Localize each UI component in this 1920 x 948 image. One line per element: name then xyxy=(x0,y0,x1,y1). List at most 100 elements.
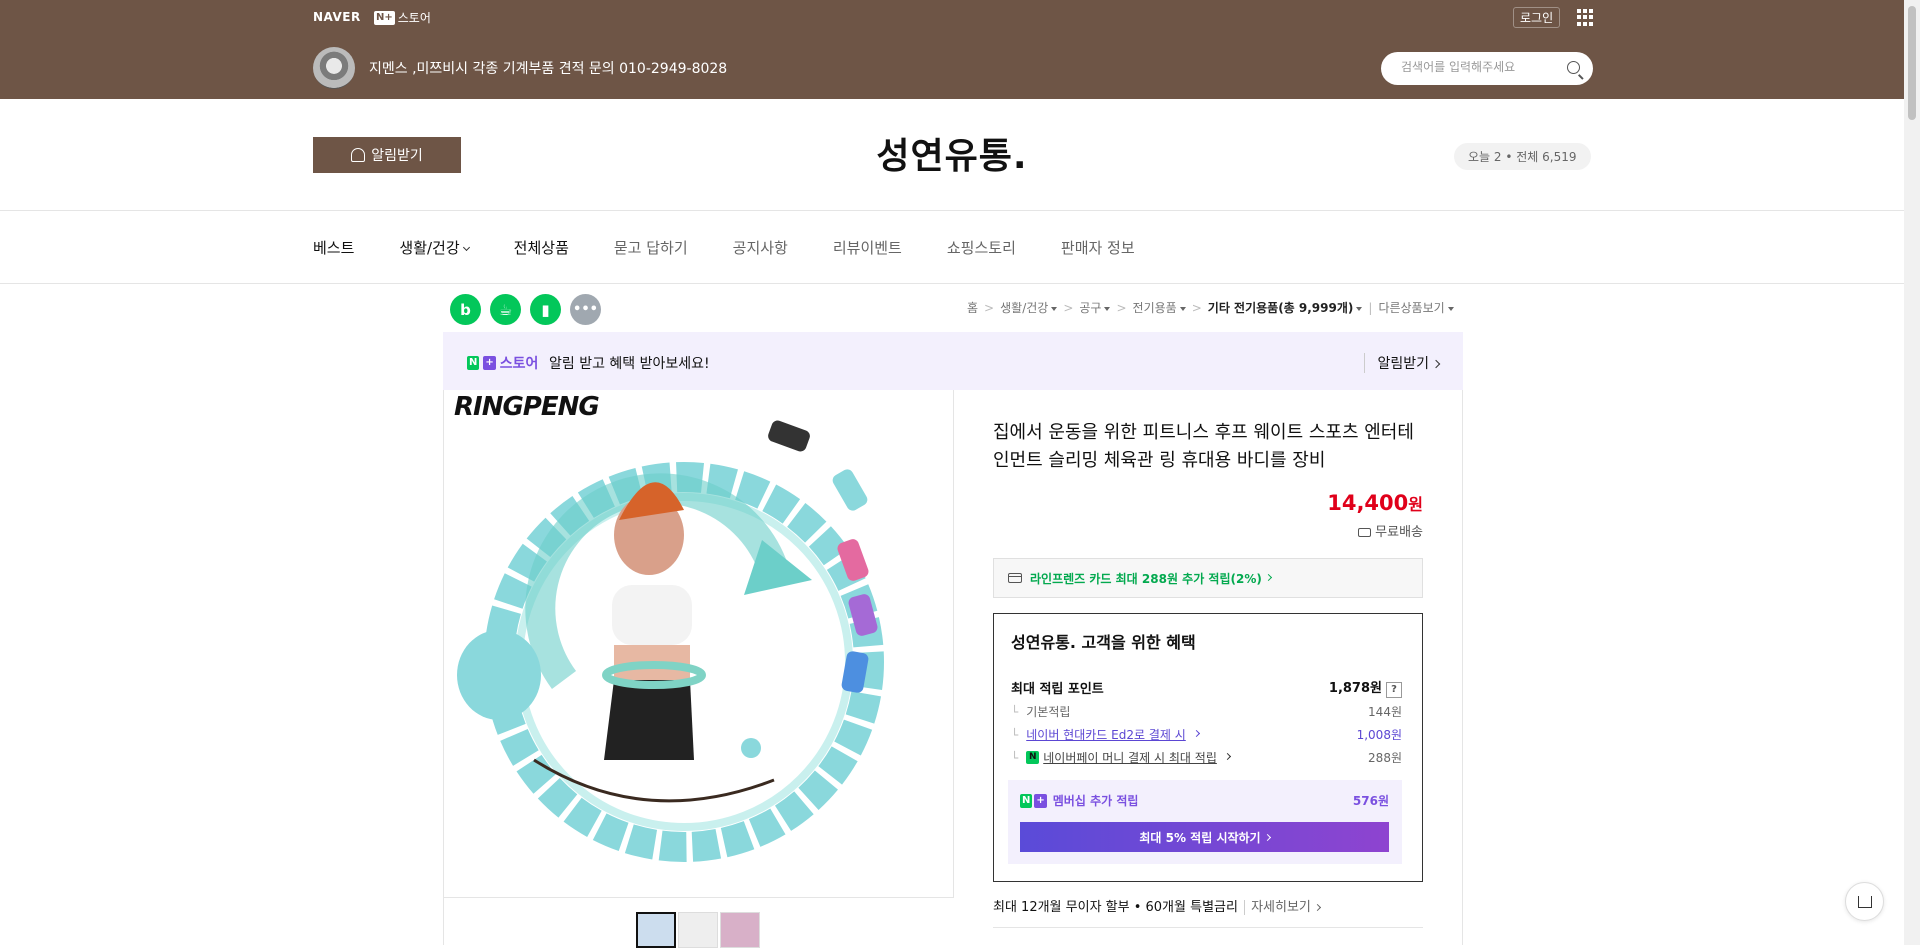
thumbnail-strip xyxy=(636,912,760,948)
basic-points-label: 기본적립 xyxy=(1011,703,1070,720)
npay-points-value: 288원 xyxy=(1368,751,1402,765)
shipping-label: 무료배송 xyxy=(1375,525,1423,540)
search-input[interactable] xyxy=(1401,60,1561,74)
nav-item-living-health[interactable]: 생활/건강 xyxy=(399,237,470,258)
nav-item-best[interactable]: 베스트 xyxy=(313,237,354,258)
visitor-count: 오늘 2 • 전체 6,519 xyxy=(1454,143,1591,170)
price-value: 14,400 xyxy=(1327,491,1409,515)
caret-down-icon xyxy=(1051,307,1058,311)
plus-badge: + xyxy=(1034,793,1047,808)
breadcrumb-separator: > xyxy=(1116,300,1127,315)
nav-item-living-health-label: 생활/건강 xyxy=(399,239,460,257)
thumbnail[interactable] xyxy=(636,912,676,948)
nav-item-seller-info[interactable]: 판매자 정보 xyxy=(1061,237,1135,258)
help-icon[interactable]: ? xyxy=(1386,682,1402,698)
naver-logo[interactable]: NAVER xyxy=(313,10,361,24)
banner-alert-link-label: 알림받기 xyxy=(1377,356,1429,372)
membership-value: 576원 xyxy=(1352,794,1389,808)
store-name[interactable]: 지멘스 ,미쯔비시 각종 기계부품 견적 문의 010-2949-8028 xyxy=(369,58,727,78)
thumbnail[interactable] xyxy=(720,912,760,948)
card-points-value: 1,008원 xyxy=(1356,728,1402,742)
share-box-icon xyxy=(1857,895,1872,908)
chevron-right-icon xyxy=(1313,903,1321,912)
breadcrumb-current[interactable]: 기타 전기용품(총 9,999개) xyxy=(1208,299,1363,316)
more-icon[interactable]: ••• xyxy=(570,294,601,325)
product-image-logo: RINGPENG xyxy=(454,392,600,422)
breadcrumb-separator: | xyxy=(1368,300,1373,315)
nplus-store-badge-label: 스토어 xyxy=(499,356,539,372)
basic-points-value: 144원 xyxy=(1368,705,1402,719)
product-info: 집에서 운동을 위한 피트니스 후프 웨이트 스포츠 엔터테인먼트 슬리밍 체육… xyxy=(993,419,1423,928)
card-points-link-wrap[interactable]: 네이버 현대카드 Ed2로 결제 시 xyxy=(1011,726,1200,743)
installment-more-label: 자세히보기 xyxy=(1251,900,1311,915)
product-image[interactable]: RINGPENG xyxy=(444,390,954,898)
truck-icon xyxy=(1358,528,1372,537)
start-membership-button[interactable]: 최대 5% 적립 시작하기 xyxy=(1020,822,1389,852)
caret-down-icon xyxy=(1356,307,1363,311)
share-icons: b ☕ ▮ ••• xyxy=(450,294,601,325)
max-points-row: 최대 적립 포인트 1,878원? xyxy=(1011,677,1402,698)
breadcrumb-item[interactable]: 공구 xyxy=(1079,299,1111,316)
chevron-right-icon xyxy=(1431,359,1441,369)
breadcrumb-item[interactable]: 생활/건강 xyxy=(1000,299,1058,316)
breadcrumb-item[interactable]: 전기용품 xyxy=(1133,299,1186,316)
nplus-store-label: 스토어 xyxy=(397,11,431,25)
caret-down-icon xyxy=(1179,307,1186,311)
caret-down-icon xyxy=(1447,307,1454,311)
shipping-info: 무료배송 xyxy=(993,521,1423,540)
nav-item-shopping-story[interactable]: 쇼핑스토리 xyxy=(947,237,1016,258)
chevron-right-icon xyxy=(1192,729,1200,738)
search-icon[interactable] xyxy=(1567,61,1580,74)
chevron-right-icon xyxy=(1263,833,1271,841)
share-icon[interactable] xyxy=(1845,882,1884,921)
max-points-value-wrap: 1,878원? xyxy=(1329,677,1402,698)
max-points-label: 최대 적립 포인트 xyxy=(1011,682,1104,697)
category-nav: 베스트 생활/건강 전체상품 묻고 답하기 공지사항 리뷰이벤트 쇼핑스토리 판… xyxy=(0,212,1904,284)
bookmark-icon[interactable]: ▮ xyxy=(530,294,561,325)
breadcrumb-other-products[interactable]: 다른상품보기 xyxy=(1378,299,1454,316)
nav-item-all-products[interactable]: 전체상품 xyxy=(514,237,569,258)
card-benefit-text: 라인프렌즈 카드 최대 288원 추가 적립(2%) xyxy=(1030,571,1262,586)
product-main: RINGPENG 집에서 운동을 위한 피트니스 후프 웨이트 스포츠 엔터테인… xyxy=(443,390,1463,948)
nav-item-review-event[interactable]: 리뷰이벤트 xyxy=(833,237,902,258)
apps-grid-icon[interactable] xyxy=(1577,9,1594,26)
nplus-store-badge: N + 스토어 xyxy=(467,353,538,373)
banner-message: 알림 받고 혜택 받아보세요! xyxy=(549,356,710,372)
login-button[interactable]: 로그인 xyxy=(1513,7,1561,28)
nav-item-notice[interactable]: 공지사항 xyxy=(733,237,788,258)
installment-info: 최대 12개월 무이자 할부 • 60개월 특별금리 자세히보기 xyxy=(993,896,1423,915)
membership-label: N + 멤버십 추가 적립 xyxy=(1020,792,1138,809)
product-title: 집에서 운동을 위한 피트니스 후프 웨이트 스포츠 엔터테인먼트 슬리밍 체육… xyxy=(993,422,1414,471)
installment-text: 최대 12개월 무이자 할부 • 60개월 특별금리 xyxy=(993,900,1238,915)
card-points-link[interactable]: 네이버 현대카드 Ed2로 결제 시 xyxy=(1026,726,1186,743)
product-price: 14,400원 xyxy=(993,491,1423,515)
banner-alert-link[interactable]: 알림받기 xyxy=(1364,353,1441,373)
breadcrumb-home[interactable]: 홈 xyxy=(967,299,978,316)
start-membership-label: 최대 5% 적립 시작하기 xyxy=(1139,830,1261,845)
thumbnail[interactable] xyxy=(678,912,718,948)
nplus-store-logo[interactable]: N+ 스토어 xyxy=(374,9,431,26)
scrollbar-thumb[interactable] xyxy=(1908,6,1916,120)
plus-badge: + xyxy=(483,356,496,370)
store-avatar[interactable] xyxy=(313,47,355,89)
blog-icon[interactable]: b xyxy=(450,294,481,325)
page-scrollbar[interactable] xyxy=(1904,0,1920,945)
nplus-badge: N+ xyxy=(374,10,395,25)
nav-item-qna[interactable]: 묻고 답하기 xyxy=(614,237,688,258)
nplus-alert-banner: N + 스토어 알림 받고 혜택 받아보세요! 알림받기 xyxy=(443,332,1463,390)
npay-points-row: N네이버페이 머니 결제 시 최대 적립 288원 xyxy=(1011,749,1402,766)
price-unit: 원 xyxy=(1408,495,1423,514)
installment-more-link[interactable]: 자세히보기 xyxy=(1244,900,1321,915)
cafe-icon[interactable]: ☕ xyxy=(490,294,521,325)
card-benefit[interactable]: 라인프렌즈 카드 최대 288원 추가 적립(2%) xyxy=(993,558,1423,598)
card-points-row: 네이버 현대카드 Ed2로 결제 시 1,008원 xyxy=(1011,726,1402,743)
npay-points-link-wrap[interactable]: N네이버페이 머니 결제 시 최대 적립 xyxy=(1011,749,1231,766)
top-bar: NAVER N+ 스토어 로그인 지멘스 ,미쯔비시 각종 기계부품 견적 문의… xyxy=(0,0,1904,99)
store-brand-title[interactable]: 성연유통. xyxy=(0,127,1904,179)
caret-down-icon xyxy=(1104,307,1111,311)
search-box xyxy=(1381,52,1593,85)
membership-label-text: 멤버십 추가 적립 xyxy=(1052,794,1139,808)
divider xyxy=(993,927,1423,928)
chevron-right-icon xyxy=(1264,573,1272,581)
npay-points-link[interactable]: 네이버페이 머니 결제 시 최대 적립 xyxy=(1043,749,1217,766)
